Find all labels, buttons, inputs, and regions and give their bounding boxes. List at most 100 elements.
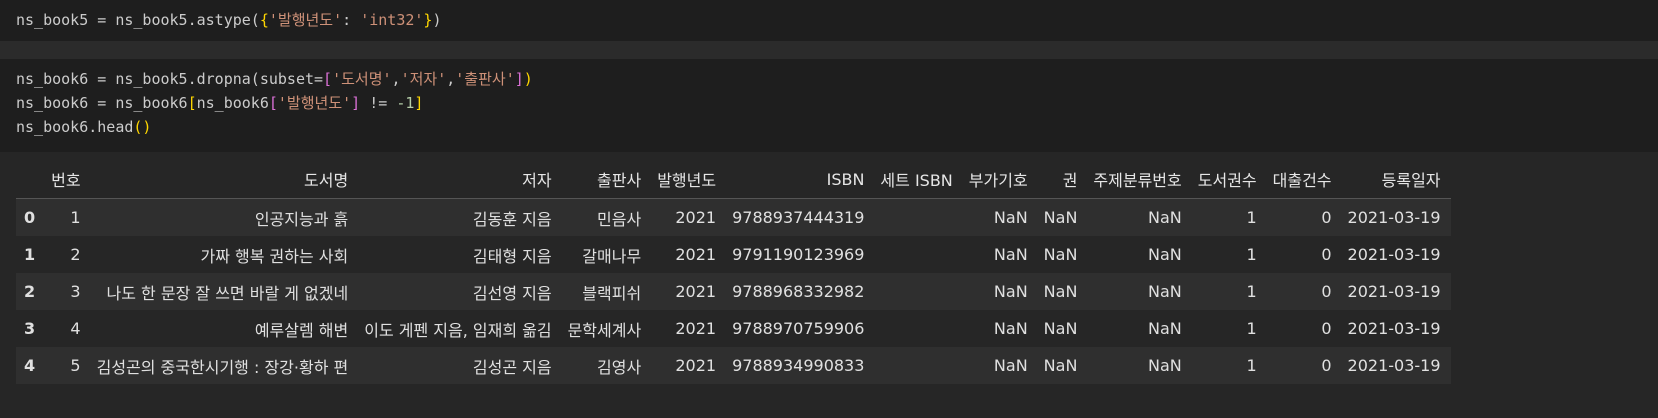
table-cell — [874, 273, 962, 310]
table-cell: NaN — [1148, 208, 1182, 227]
column-header: ISBN — [726, 164, 875, 199]
table-cell: 1 — [1246, 282, 1257, 301]
code-token: -1 — [396, 94, 415, 112]
table-cell: 5 — [70, 356, 81, 375]
table-cell: 1 — [70, 208, 81, 227]
table-cell: NaN — [1148, 319, 1182, 338]
code-line: ns_book5 = ns_book5.astype({'발행년도': 'int… — [16, 11, 441, 29]
table-row: 1 2 가짜 행복 권하는 사회 김태형 지음 갈매나무 2021 979119… — [16, 236, 1451, 273]
table-cell: 0 — [1321, 208, 1332, 227]
table-cell: 1 — [1246, 245, 1257, 264]
table-cell: 2021 — [675, 208, 717, 227]
cell-separator — [0, 41, 1658, 59]
code-token: ] — [514, 70, 524, 88]
table-cell: 김태형 지음 — [472, 246, 552, 266]
column-header: 저자 — [358, 164, 562, 199]
code-token: [ — [268, 94, 278, 112]
table-cell: 2021 — [675, 319, 717, 338]
table-cell: NaN — [993, 319, 1028, 338]
table-cell: 2021 — [675, 245, 717, 264]
code-cell-2[interactable]: ns_book6 = ns_book5.dropna(subset=['도서명'… — [0, 59, 1658, 152]
code-token: ) — [432, 11, 442, 29]
table-cell: 김선영 지음 — [472, 283, 552, 303]
table-row: 0 1 인공지능과 흙 김동훈 지음 민음사 2021 978893744431… — [16, 198, 1451, 237]
table-cell: 문학세계사 — [567, 320, 642, 340]
table-cell: 2021-03-19 — [1347, 282, 1441, 301]
column-header: 권 — [1037, 164, 1088, 199]
code-token: '발행년도' — [268, 11, 343, 29]
column-header: 대출건수 — [1266, 164, 1342, 199]
code-token: [ — [323, 70, 333, 88]
code-line: ns_book6 = ns_book6[ns_book6['발행년도'] != … — [16, 94, 423, 112]
code-line: ns_book6 = ns_book5.dropna(subset=['도서명'… — [16, 70, 533, 88]
code-token: , — [446, 70, 456, 88]
code-line: ns_book6.head() — [16, 118, 151, 136]
column-header: 주제분류번호 — [1087, 164, 1192, 199]
column-header: 발행년도 — [651, 164, 727, 199]
table-cell: 3 — [70, 282, 81, 301]
table-cell: 민음사 — [597, 209, 642, 229]
table-cell: 0 — [1321, 356, 1332, 375]
table-cell: 9788968332982 — [732, 282, 865, 301]
table-row: 4 5 김성곤의 중국한시기행 : 장강·황하 편 김성곤 지음 김영사 202… — [16, 347, 1451, 384]
code-token: , — [391, 70, 401, 88]
code-token: != — [360, 94, 397, 112]
table-cell: NaN — [1043, 356, 1078, 375]
table-cell — [874, 236, 962, 273]
row-index: 0 — [24, 208, 36, 227]
table-cell: 김성곤의 중국한시기행 : 장강·황하 편 — [96, 357, 349, 377]
table-cell: 2021-03-19 — [1347, 356, 1441, 375]
dataframe-table: 번호 도서명 저자 출판사 발행년도 ISBN 세트 ISBN 부가기호 권 주… — [16, 164, 1451, 384]
table-cell: 0 — [1321, 319, 1332, 338]
table-cell: 2021-03-19 — [1347, 208, 1441, 227]
table-cell: 9788937444319 — [732, 208, 865, 227]
index-header — [16, 164, 46, 199]
code-cell-1[interactable]: ns_book5 = ns_book5.astype({'발행년도': 'int… — [0, 0, 1658, 41]
table-cell: 2021-03-19 — [1347, 245, 1441, 264]
table-cell: NaN — [993, 208, 1028, 227]
table-cell: NaN — [1148, 245, 1182, 264]
column-header: 부가기호 — [962, 164, 1038, 199]
code-token: ns_book6 = ns_book5.dropna(subset= — [16, 70, 324, 88]
code-token: ] — [351, 94, 361, 112]
row-index: 4 — [24, 356, 36, 375]
table-cell: NaN — [993, 282, 1028, 301]
column-header: 등록일자 — [1341, 164, 1451, 199]
table-cell — [874, 347, 962, 384]
table-cell: 가짜 행복 권하는 사회 — [200, 246, 349, 266]
table-cell: 2 — [70, 245, 81, 264]
table-cell: 9788970759906 — [732, 319, 865, 338]
table-cell: 블랙피쉬 — [582, 283, 642, 303]
code-token: ns_book6 — [196, 94, 269, 112]
table-cell: NaN — [993, 245, 1028, 264]
table-cell: 1 — [1246, 319, 1257, 338]
code-token: ns_book5 = ns_book5.astype( — [16, 11, 260, 29]
code-token: '출판사' — [455, 70, 515, 88]
column-header: 도서권수 — [1191, 164, 1267, 199]
table-cell: 김성곤 지음 — [472, 357, 552, 377]
row-index: 2 — [24, 282, 36, 301]
column-header: 세트 ISBN — [874, 164, 963, 199]
column-header: 도서명 — [90, 164, 359, 199]
table-cell: 0 — [1321, 282, 1332, 301]
table-cell: NaN — [1043, 208, 1078, 227]
code-token: [ — [187, 94, 197, 112]
table-cell: NaN — [993, 356, 1028, 375]
table-cell: NaN — [1148, 282, 1182, 301]
table-cell: 갈매나무 — [582, 246, 642, 266]
table-cell — [874, 310, 962, 347]
row-index: 1 — [24, 245, 36, 264]
code-token: { — [259, 11, 269, 29]
code-token: ns_book6 = ns_book6 — [16, 94, 188, 112]
table-cell: 2021 — [675, 282, 717, 301]
table-cell: 0 — [1321, 245, 1332, 264]
column-header: 출판사 — [561, 164, 652, 199]
table-row: 2 3 나도 한 문장 잘 쓰면 바랄 게 없겠네 김선영 지음 블랙피쉬 20… — [16, 273, 1451, 310]
table-cell: NaN — [1148, 356, 1182, 375]
table-cell: 예루살렘 해변 — [254, 320, 349, 340]
code-token: ) — [523, 70, 533, 88]
table-header-row: 번호 도서명 저자 출판사 발행년도 ISBN 세트 ISBN 부가기호 권 주… — [16, 164, 1451, 199]
table-cell — [874, 199, 962, 237]
code-token: () — [133, 118, 152, 136]
table-cell: NaN — [1043, 282, 1078, 301]
